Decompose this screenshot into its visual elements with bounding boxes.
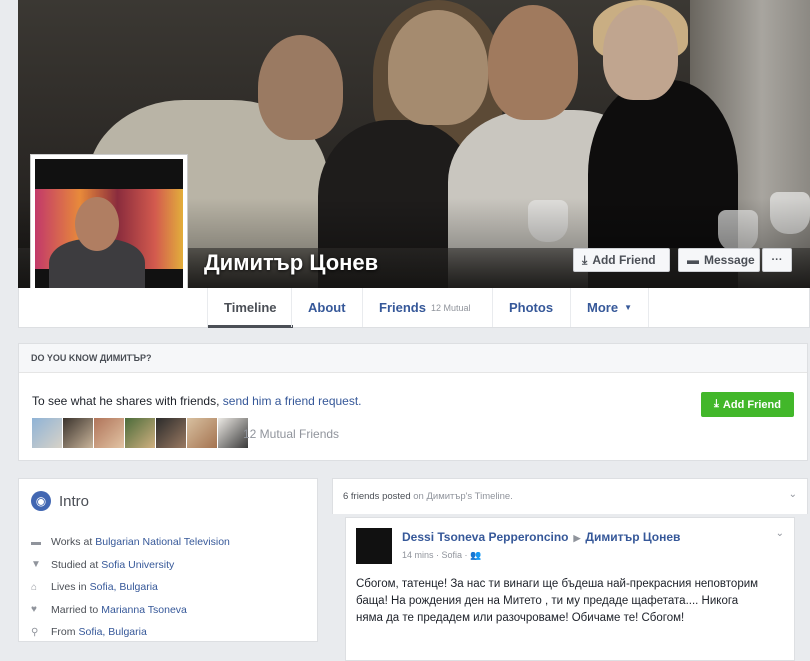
intro-card: ◉ Intro ▬ Works at Bulgarian National Te… [18, 478, 318, 642]
mutual-friends-link[interactable]: 12 Mutual Friends [243, 427, 339, 441]
add-friend-label: Add Friend [722, 398, 781, 411]
add-friend-icon: ⤓ [714, 398, 719, 410]
tab-label: About [308, 300, 346, 315]
intro-prefix: Lives in [51, 581, 87, 594]
briefcase-icon: ▬ [31, 536, 41, 548]
post-header: Dessi Tsoneva Pepperoncino ▶ Димитър Цонев [402, 530, 680, 544]
add-friend-label: Add Friend [592, 253, 656, 267]
mutual-count: 12 Mutual [430, 302, 471, 313]
intro-title: Intro [59, 492, 90, 510]
intro-list: ▬ Works at Bulgarian National Television… [31, 531, 230, 644]
arrow-right-icon: ▶ [573, 533, 581, 543]
add-friend-icon: ⤓ [582, 252, 588, 267]
friends-count-link[interactable]: 6 friends [343, 491, 379, 502]
cover-figure [388, 10, 488, 125]
post-target-link[interactable]: Димитър Цонев [585, 530, 680, 544]
more-options-button[interactable]: ··· [762, 248, 792, 272]
intro-item: ♥ Married to Marianna Tsoneva [31, 599, 230, 622]
do-you-know-box: DO YOU KNOW ДИМИТЪР? To see what he shar… [18, 343, 808, 461]
cover-figure [258, 35, 343, 140]
friends-audience-icon: 👥 [470, 550, 482, 560]
timeline-post: Dessi Tsoneva Pepperoncino ▶ Димитър Цонев… [345, 517, 795, 661]
timeline-label: on Димитър's Timeline. [413, 491, 513, 502]
posted-label: posted [382, 491, 411, 502]
friend-thumbnail[interactable] [32, 418, 62, 448]
post-author-link[interactable]: Dessi Tsoneva Pepperoncino [402, 530, 569, 544]
friend-request-prompt: To see what he shares with friends, send… [32, 394, 362, 408]
tab-label: Friends [379, 300, 426, 315]
message-icon: ▬ [687, 253, 699, 267]
friend-thumbnail[interactable] [63, 418, 93, 448]
intro-heading: ◉ Intro [31, 491, 89, 511]
heart-icon: ♥ [31, 604, 37, 616]
message-label: Message [704, 253, 755, 267]
cover-figure [488, 5, 578, 120]
post-body: Сбогом, татенце! За нас ти винаги ще бъд… [356, 578, 759, 624]
add-friend-button[interactable]: ⤓ Add Friend [573, 248, 670, 272]
intro-item: ⚲ From Sofia, Bulgaria [31, 621, 230, 644]
tab-label: Timeline [224, 300, 277, 315]
intro-link[interactable]: Sofia University [101, 559, 174, 571]
friends-posts-header: 6 friends posted on Димитър's Timeline. … [332, 478, 808, 514]
intro-item: ⌂ Lives in Sofia, Bulgaria [31, 576, 230, 599]
globe-icon: ◉ [31, 491, 51, 511]
intro-link[interactable]: Marianna Tsoneva [101, 604, 187, 616]
intro-link[interactable]: Sofia, Bulgaria [79, 626, 147, 638]
tab-label: More [587, 300, 619, 315]
intro-item: ▬ Works at Bulgarian National Television [31, 531, 230, 554]
friend-thumbnail[interactable] [156, 418, 186, 448]
location-pin-icon: ⚲ [31, 626, 39, 638]
intro-item: ▼ Studied at Sofia University [31, 554, 230, 577]
send-friend-request-link[interactable]: send him a friend request. [223, 394, 362, 408]
intro-prefix: Studied at [51, 558, 99, 571]
intro-prefix: Married to [51, 603, 99, 616]
prompt-text: To see what he shares with friends, [32, 394, 223, 408]
chevron-down-icon[interactable]: ⌄ [789, 489, 797, 500]
friends-posts-summary: 6 friends posted on Димитър's Timeline. [343, 491, 513, 502]
graduation-cap-icon: ▼ [31, 559, 41, 571]
profile-name[interactable]: Димитър Цонев [204, 250, 378, 276]
friend-thumbnail[interactable] [125, 418, 155, 448]
tab-friends[interactable]: Friends 12 Mutual [362, 288, 487, 327]
tab-photos[interactable]: Photos [492, 288, 569, 327]
post-place[interactable]: Sofia [442, 550, 463, 560]
cover-figure [603, 5, 678, 100]
post-meta: 14 mins · Sofia · 👥 [402, 550, 482, 560]
intro-prefix: From [51, 626, 76, 639]
intro-link[interactable]: Sofia, Bulgaria [90, 581, 158, 593]
do-you-know-heading: DO YOU KNOW ДИМИТЪР? [19, 344, 807, 373]
add-friend-green-button[interactable]: ⤓ Add Friend [701, 392, 794, 417]
post-time[interactable]: 14 mins [402, 550, 434, 560]
tab-about[interactable]: About [291, 288, 362, 327]
post-author-avatar[interactable] [356, 528, 392, 564]
intro-prefix: Works at [51, 536, 93, 549]
home-icon: ⌂ [31, 581, 38, 593]
profile-nav: Timeline About Friends 12 Mutual Photos … [18, 288, 810, 328]
post-options-chevron-icon[interactable]: ⌄ [776, 528, 784, 539]
message-button[interactable]: ▬ Message [678, 248, 760, 272]
caret-down-icon: ▼ [624, 303, 632, 312]
profile-picture-image [35, 159, 183, 307]
mutual-friends-thumbnails [32, 418, 248, 448]
intro-link[interactable]: Bulgarian National Television [95, 536, 230, 548]
profile-figure [75, 197, 119, 251]
tab-more[interactable]: More ▼ [570, 288, 649, 327]
friend-thumbnail[interactable] [94, 418, 124, 448]
friend-thumbnail[interactable] [187, 418, 217, 448]
tab-label: Photos [509, 300, 554, 315]
tab-timeline[interactable]: Timeline [207, 288, 293, 328]
